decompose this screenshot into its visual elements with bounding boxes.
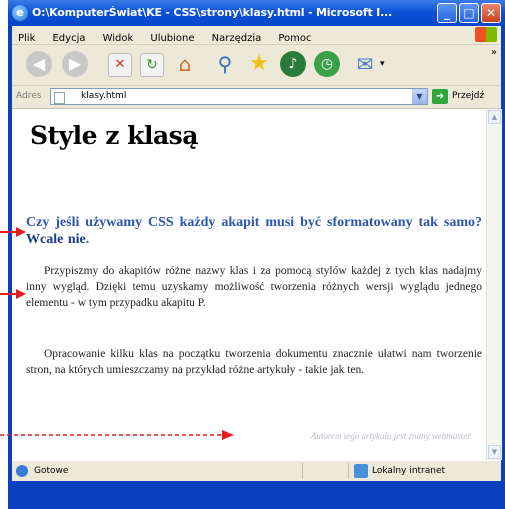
title-bar[interactable]: e O:\KomputerŚwiat\KE - CSS\strony\klasy… (8, 0, 505, 26)
home-icon[interactable]: ⌂ (172, 51, 198, 77)
page-icon (54, 92, 65, 104)
address-input[interactable]: klasy.html ▼ (50, 88, 428, 105)
window-title: O:\KomputerŚwiat\KE - CSS\strony\klasy.h… (32, 6, 393, 19)
annotation-arrow-1-icon (0, 227, 26, 237)
close-button[interactable]: ✕ (481, 3, 501, 23)
subheading-paragraph: Czy jeśli używamy CSS każdy akapit musi … (26, 214, 482, 248)
address-label: Adres (16, 91, 42, 101)
address-value: klasy.html (81, 91, 127, 101)
favorites-star-icon[interactable]: ★ (246, 51, 272, 77)
mail-icon[interactable]: ✉ (352, 51, 378, 77)
minimize-button[interactable]: _ (437, 3, 457, 23)
scroll-down-icon[interactable]: ▼ (488, 445, 501, 459)
address-bar: Adres klasy.html ▼ ➜ Przejdź (12, 86, 501, 109)
windows-logo-icon (475, 27, 497, 42)
menu-bar: Plik Edycja Widok Ulubione Narzędzia Pom… (12, 26, 501, 45)
stop-icon[interactable]: ✕ (108, 53, 132, 77)
status-text: Gotowe (34, 466, 69, 476)
go-button-label[interactable]: Przejdź (452, 91, 484, 101)
status-page-icon (16, 465, 28, 477)
maximize-button[interactable]: □ (459, 3, 479, 23)
author-note: Autorem tego artykułu jest znany webmast… (310, 431, 472, 441)
subheading-period: . (85, 232, 90, 247)
status-zone: Lokalny intranet (372, 466, 446, 476)
subheading-emphasis: Wcale nie (26, 232, 86, 247)
back-icon[interactable]: ◀ (26, 51, 52, 77)
address-dropdown-icon[interactable]: ▼ (412, 89, 427, 104)
status-divider (348, 463, 349, 479)
go-arrow-icon[interactable]: ➜ (432, 89, 448, 104)
status-bar: Gotowe Lokalny intranet (12, 460, 501, 481)
history-icon[interactable]: ◷ (314, 51, 340, 77)
vertical-scrollbar[interactable]: ▲ ▼ (486, 109, 502, 460)
scroll-up-icon[interactable]: ▲ (488, 110, 501, 124)
toolbar-chevron-icon[interactable]: » (491, 47, 497, 58)
search-icon[interactable]: ⚲ (212, 51, 238, 77)
forward-icon[interactable]: ▶ (62, 51, 88, 77)
page-heading: Style z klasą (30, 121, 198, 150)
annotation-arrow-2-icon (0, 289, 26, 299)
annotation-arrow-3-icon (0, 430, 234, 440)
page-content: Style z klasą Czy jeśli używamy CSS każd… (12, 109, 486, 460)
refresh-icon[interactable]: ↻ (140, 53, 164, 77)
paragraph-2: Opracowanie kilku klas na początku tworz… (26, 348, 482, 376)
standard-toolbar: ◀ ▶ ✕ ↻ ⌂ ⚲ ★ ♪ ◷ ✉ ▾ » (12, 45, 501, 86)
paragraph-1: Przypiszmy do akapitów różne nazwy klas … (26, 265, 482, 309)
status-divider (302, 463, 303, 479)
intranet-zone-icon (354, 464, 368, 478)
mail-dropdown-icon[interactable]: ▾ (380, 59, 385, 69)
media-icon[interactable]: ♪ (280, 51, 306, 77)
internet-explorer-icon: e (12, 5, 28, 21)
subheading-text: Czy jeśli używamy CSS każdy akapit musi … (26, 215, 482, 230)
annotation-arrows (0, 227, 26, 299)
